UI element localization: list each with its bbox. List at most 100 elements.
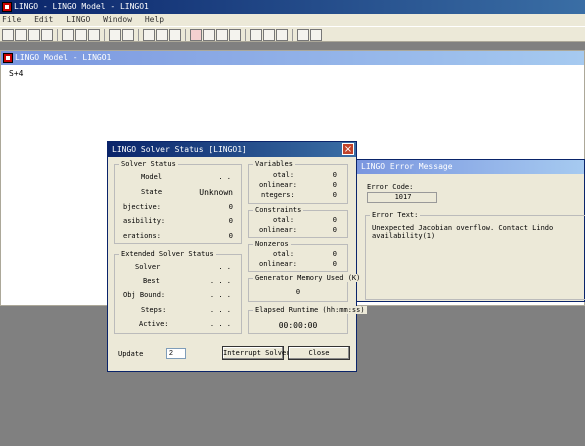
solver-dialog-title: LINGO Solver Status [LINGO1] <box>112 145 247 154</box>
solver-label: Solver <box>135 263 161 271</box>
redo-icon[interactable] <box>122 29 134 41</box>
options-icon[interactable] <box>229 29 241 41</box>
extended-group-title: Extended Solver Status <box>119 250 216 258</box>
toolbar <box>0 26 585 42</box>
var-nonlinear-value: 0 <box>332 181 337 189</box>
error-code-label: Error Code: <box>367 183 414 191</box>
solve-icon[interactable] <box>190 29 202 41</box>
steps-value: . . . <box>209 306 231 314</box>
iterations-value: 0 <box>228 232 233 240</box>
toolbar-separator <box>104 29 105 41</box>
nz-nonlinear-value: 0 <box>332 260 337 268</box>
nonzeros-group-title: Nonzeros <box>253 240 291 248</box>
model-text[interactable]: S+4 <box>9 69 23 78</box>
menu-file[interactable]: File <box>2 15 21 24</box>
solver-status-dialog: LINGO Solver Status [LINGO1] × Solver St… <box>107 141 367 372</box>
solution-icon[interactable] <box>203 29 215 41</box>
runtime-value: 00:00:00 <box>278 321 318 330</box>
solver-status-group: Solver Status Model . . State Unknown bj… <box>114 160 242 244</box>
best-label: Best <box>143 277 160 285</box>
menu-window[interactable]: Window <box>103 15 132 24</box>
tile-icon[interactable] <box>276 29 288 41</box>
error-message-dialog: LINGO Error Message Error Code: 1017 Err… <box>356 159 585 302</box>
matrix-picture-icon[interactable] <box>216 29 228 41</box>
model-window-icon <box>3 53 13 63</box>
nz-nonlinear-label: onlinear: <box>259 260 297 268</box>
menu-edit[interactable]: Edit <box>34 15 53 24</box>
close-button[interactable]: Close <box>288 346 350 360</box>
open-file-icon[interactable] <box>15 29 27 41</box>
constraints-group: Constraints otal: 0 onlinear: 0 <box>248 206 348 238</box>
cut-icon[interactable] <box>62 29 74 41</box>
menu-help[interactable]: Help <box>145 15 164 24</box>
state-value: Unknown <box>199 188 233 197</box>
error-dialog-title: LINGO Error Message <box>361 162 453 171</box>
context-help-icon[interactable] <box>310 29 322 41</box>
memory-group-title: Generator Memory Used (K) <box>253 274 363 282</box>
find-icon[interactable] <box>143 29 155 41</box>
close-all-icon[interactable] <box>263 29 275 41</box>
steps-label: Steps: <box>141 306 167 314</box>
error-text-group: Error Text: Unexpected Jacobian overflow… <box>365 211 585 300</box>
lingo-app-icon <box>2 2 12 12</box>
editor-title-text: LINGO Model - LINGO1 <box>15 53 112 62</box>
menu-bar: File Edit LINGO Window Help <box>0 14 585 26</box>
error-text-label: Error Text: <box>370 211 421 219</box>
paste-icon[interactable] <box>88 29 100 41</box>
model-label: Model <box>141 173 163 181</box>
error-text-line2: availability(1) <box>372 232 436 240</box>
best-value: . . . <box>209 277 231 285</box>
nonzeros-group: Nonzeros otal: 0 onlinear: 0 <box>248 240 348 272</box>
memory-value: 0 <box>295 288 301 296</box>
print-icon[interactable] <box>41 29 53 41</box>
interrupt-solver-button[interactable]: Interrupt Solver <box>222 346 290 360</box>
close-icon[interactable]: × <box>342 143 354 155</box>
error-dialog-title-bar[interactable]: LINGO Error Message <box>357 160 584 174</box>
solver-value: . . <box>218 263 231 271</box>
objective-value: 0 <box>228 203 233 211</box>
var-total-value: 0 <box>332 171 337 179</box>
toolbar-separator <box>57 29 58 41</box>
menu-lingo[interactable]: LINGO <box>66 15 90 24</box>
iterations-label: erations: <box>123 232 161 240</box>
update-interval-input[interactable] <box>166 348 186 359</box>
var-integers-value: 0 <box>332 191 337 199</box>
copy-icon[interactable] <box>75 29 87 41</box>
obj-bound-value: . . . <box>209 291 231 299</box>
goto-line-icon[interactable] <box>156 29 168 41</box>
error-code-field: 1017 <box>367 192 437 203</box>
infeasibility-value: 0 <box>228 217 233 225</box>
toolbar-separator <box>245 29 246 41</box>
new-file-icon[interactable] <box>2 29 14 41</box>
active-label: Active: <box>139 320 169 328</box>
state-label: State <box>141 188 163 196</box>
send-to-back-icon[interactable] <box>250 29 262 41</box>
undo-icon[interactable] <box>109 29 121 41</box>
main-title-text: LINGO - LINGO Model - LINGO1 <box>14 2 149 11</box>
con-nonlinear-value: 0 <box>332 226 337 234</box>
con-total-value: 0 <box>332 216 337 224</box>
variables-group: Variables otal: 0 onlinear: 0 ntegers: 0 <box>248 160 348 204</box>
obj-bound-label: Obj Bound: <box>123 291 166 299</box>
variables-group-title: Variables <box>253 160 295 168</box>
nz-total-value: 0 <box>332 250 337 258</box>
toolbar-separator <box>185 29 186 41</box>
runtime-group-title: Elapsed Runtime (hh:mm:ss) <box>253 306 367 314</box>
update-label: Update <box>118 350 144 358</box>
generator-memory-group: Generator Memory Used (K) 0 <box>248 274 363 302</box>
constraints-group-title: Constraints <box>253 206 304 214</box>
solver-dialog-title-bar[interactable]: LINGO Solver Status [LINGO1] × <box>108 142 356 157</box>
error-text-line1: Unexpected Jacobian overflow. Contact Li… <box>372 224 554 232</box>
var-nonlinear-label: onlinear: <box>259 181 297 189</box>
active-value: . . . <box>209 320 231 328</box>
save-icon[interactable] <box>28 29 40 41</box>
solver-status-group-title: Solver Status <box>119 160 178 168</box>
infeasibility-label: asibility: <box>123 217 166 225</box>
editor-title-bar[interactable]: LINGO Model - LINGO1 <box>1 51 584 65</box>
toolbar-separator <box>292 29 293 41</box>
con-total-label: otal: <box>273 216 295 224</box>
main-title-bar[interactable]: LINGO - LINGO Model - LINGO1 <box>0 0 585 14</box>
var-total-label: otal: <box>273 171 295 179</box>
match-paren-icon[interactable] <box>169 29 181 41</box>
help-topics-icon[interactable] <box>297 29 309 41</box>
